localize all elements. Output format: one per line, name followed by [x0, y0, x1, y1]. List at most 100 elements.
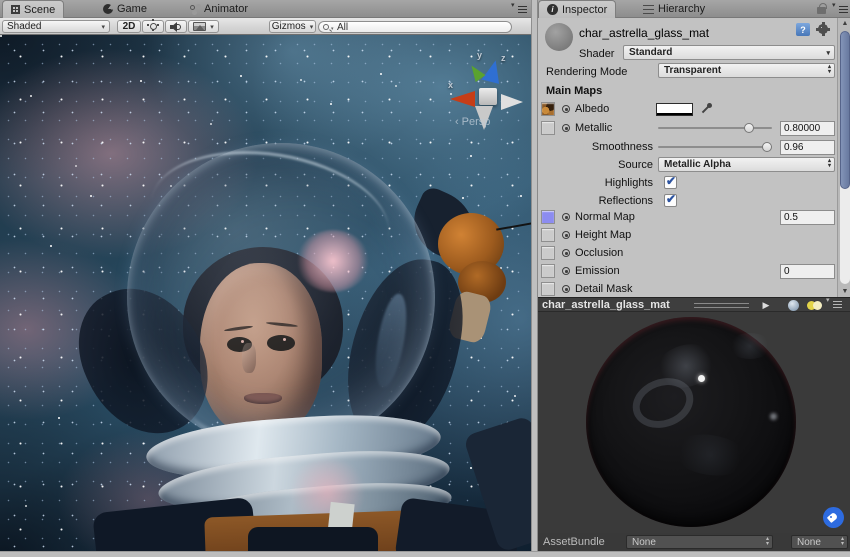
caret-down-icon: ▾: [826, 49, 830, 57]
enum-arrows-icon: ▴▾: [828, 159, 831, 169]
tab-inspector-label: Inspector: [562, 4, 607, 16]
reflections-checkbox[interactable]: ✔: [664, 194, 677, 207]
gizmos-dropdown[interactable]: Gizmos ▾: [269, 20, 316, 33]
gear-icon[interactable]: [817, 23, 829, 35]
persp-toggle[interactable]: ‹Persp: [455, 116, 490, 128]
tab-animator[interactable]: Animator: [182, 0, 256, 18]
object-picker-icon[interactable]: [562, 231, 570, 239]
tab-scene[interactable]: Scene: [2, 0, 64, 18]
assetbundle-variant-dropdown[interactable]: None ▴▾: [791, 535, 848, 549]
caret-down-icon: ▾: [101, 23, 105, 31]
assetbundle-tag-icon[interactable]: [823, 507, 844, 528]
tab-scene-label: Scene: [24, 4, 55, 16]
metallic-row: Metallic 0.80000: [538, 121, 837, 137]
preview-title: char_astrella_glass_mat: [542, 299, 670, 311]
scroll-up-icon[interactable]: ▲: [838, 20, 850, 27]
gizmo-axis-cone-right[interactable]: [501, 94, 523, 110]
height-map-texture-slot[interactable]: [541, 228, 555, 242]
draw-mode-dropdown[interactable]: Shaded ▾: [2, 20, 110, 33]
object-picker-icon[interactable]: [562, 285, 570, 293]
preview-material-sphere: [586, 317, 796, 527]
assetbundle-dropdown[interactable]: None ▴▾: [626, 535, 773, 549]
object-picker-icon[interactable]: [562, 267, 570, 275]
scene-panel: Scene Game Animator ▾ Shaded ▾ 2D: [0, 0, 531, 551]
gizmo-x-label: x: [448, 80, 453, 90]
normal-map-value-field[interactable]: 0.5: [780, 210, 835, 225]
scene-audio-toggle[interactable]: [165, 20, 187, 33]
caret-down-icon: ▾: [832, 1, 836, 9]
tab-inspector[interactable]: i Inspector: [538, 0, 616, 18]
height-map-row: Height Map: [538, 228, 837, 244]
object-picker-icon[interactable]: [562, 124, 570, 132]
occlusion-texture-slot[interactable]: [541, 246, 555, 260]
preview-menu-icon[interactable]: ▾: [826, 299, 846, 311]
metallic-slider[interactable]: [658, 127, 772, 129]
shader-dropdown[interactable]: Standard ▾: [623, 45, 835, 60]
caret-down-icon: ▾: [310, 23, 314, 31]
sphere-reflection-patch: [728, 333, 772, 359]
2d-toggle-button[interactable]: 2D: [117, 20, 141, 33]
inspector-pane-menu-icon[interactable]: ▾: [832, 4, 848, 15]
scene-search-input[interactable]: ▾ All: [318, 21, 512, 33]
help-icon[interactable]: ?: [796, 23, 810, 36]
material-preview-viewport[interactable]: [538, 312, 850, 533]
enum-arrows-icon: ▴▾: [766, 537, 769, 547]
preview-drag-handle[interactable]: [694, 303, 749, 308]
albedo-texture-slot[interactable]: [541, 102, 555, 116]
source-dropdown[interactable]: Metallic Alpha ▴▾: [658, 157, 835, 172]
inspector-scrollbar[interactable]: ▲ ▼: [837, 18, 850, 297]
scene-viewport[interactable]: y z x ‹Persp: [0, 35, 531, 551]
suit-harness: [248, 527, 378, 551]
scroll-down-icon[interactable]: ▼: [838, 288, 850, 295]
inspector-tabstrip: i Inspector Hierarchy ▾: [538, 0, 850, 18]
smoothness-value-field[interactable]: 0.96: [780, 140, 835, 155]
nebula-reflection-puff: [297, 230, 369, 292]
source-row: Source Metallic Alpha ▴▾: [538, 158, 837, 174]
detail-mask-row: Detail Mask: [538, 282, 837, 298]
smoothness-slider[interactable]: [658, 146, 772, 148]
smoothness-row: Smoothness 0.96: [538, 140, 837, 156]
tab-game[interactable]: Game: [95, 0, 155, 18]
object-picker-icon[interactable]: [562, 249, 570, 257]
scrollbar-thumb[interactable]: [840, 31, 850, 189]
tab-hierarchy[interactable]: Hierarchy: [635, 0, 713, 18]
detail-mask-texture-slot[interactable]: [541, 282, 555, 296]
material-preview-header[interactable]: char_astrella_glass_mat ▶ ▾: [538, 297, 850, 312]
reflections-label: Reflections: [538, 195, 653, 207]
preview-play-button[interactable]: ▶: [753, 299, 779, 311]
normal-map-row: Normal Map 0.5: [538, 210, 837, 226]
object-picker-icon[interactable]: [562, 105, 570, 113]
scene-pane-menu-icon[interactable]: ▾: [511, 4, 527, 15]
gizmo-center-cube[interactable]: [479, 88, 497, 105]
normal-map-texture-slot[interactable]: [541, 210, 555, 224]
assetbundle-value: None: [632, 537, 656, 548]
gizmo-y-label: y: [477, 50, 482, 60]
scene-effects-dropdown[interactable]: ▾: [188, 20, 219, 33]
rendering-mode-dropdown[interactable]: Transparent ▴▾: [658, 63, 835, 78]
gizmo-z-axis-cone[interactable]: [482, 58, 505, 84]
highlights-label: Highlights: [538, 177, 653, 189]
emission-row: Emission 0: [538, 264, 837, 280]
sun-icon: [150, 23, 157, 30]
emission-texture-slot[interactable]: [541, 264, 555, 278]
material-preview-ball-icon: [545, 23, 573, 51]
preview-lighting-button[interactable]: [805, 299, 823, 311]
scene-lighting-toggle[interactable]: [142, 20, 164, 33]
preview-sphere-button[interactable]: [784, 299, 802, 311]
gizmo-x-axis-cone[interactable]: [450, 91, 475, 107]
albedo-color-swatch[interactable]: [656, 103, 693, 116]
highlights-checkbox[interactable]: ✔: [664, 176, 677, 189]
emission-value-field[interactable]: 0: [780, 264, 835, 279]
object-picker-icon[interactable]: [562, 213, 570, 221]
highlights-row: Highlights ✔: [538, 176, 837, 192]
smoothness-slider-knob[interactable]: [762, 142, 772, 152]
metallic-texture-slot[interactable]: [541, 121, 555, 135]
eyedropper-icon[interactable]: [699, 102, 713, 116]
helmet-antenna: [496, 221, 531, 230]
normal-map-label: Normal Map: [575, 211, 635, 223]
lock-icon[interactable]: [817, 7, 826, 14]
metallic-value-field[interactable]: 0.80000: [780, 121, 835, 136]
tab-animator-label: Animator: [204, 3, 248, 15]
metallic-slider-knob[interactable]: [744, 123, 754, 133]
scene-tabstrip: Scene Game Animator ▾: [0, 0, 531, 18]
